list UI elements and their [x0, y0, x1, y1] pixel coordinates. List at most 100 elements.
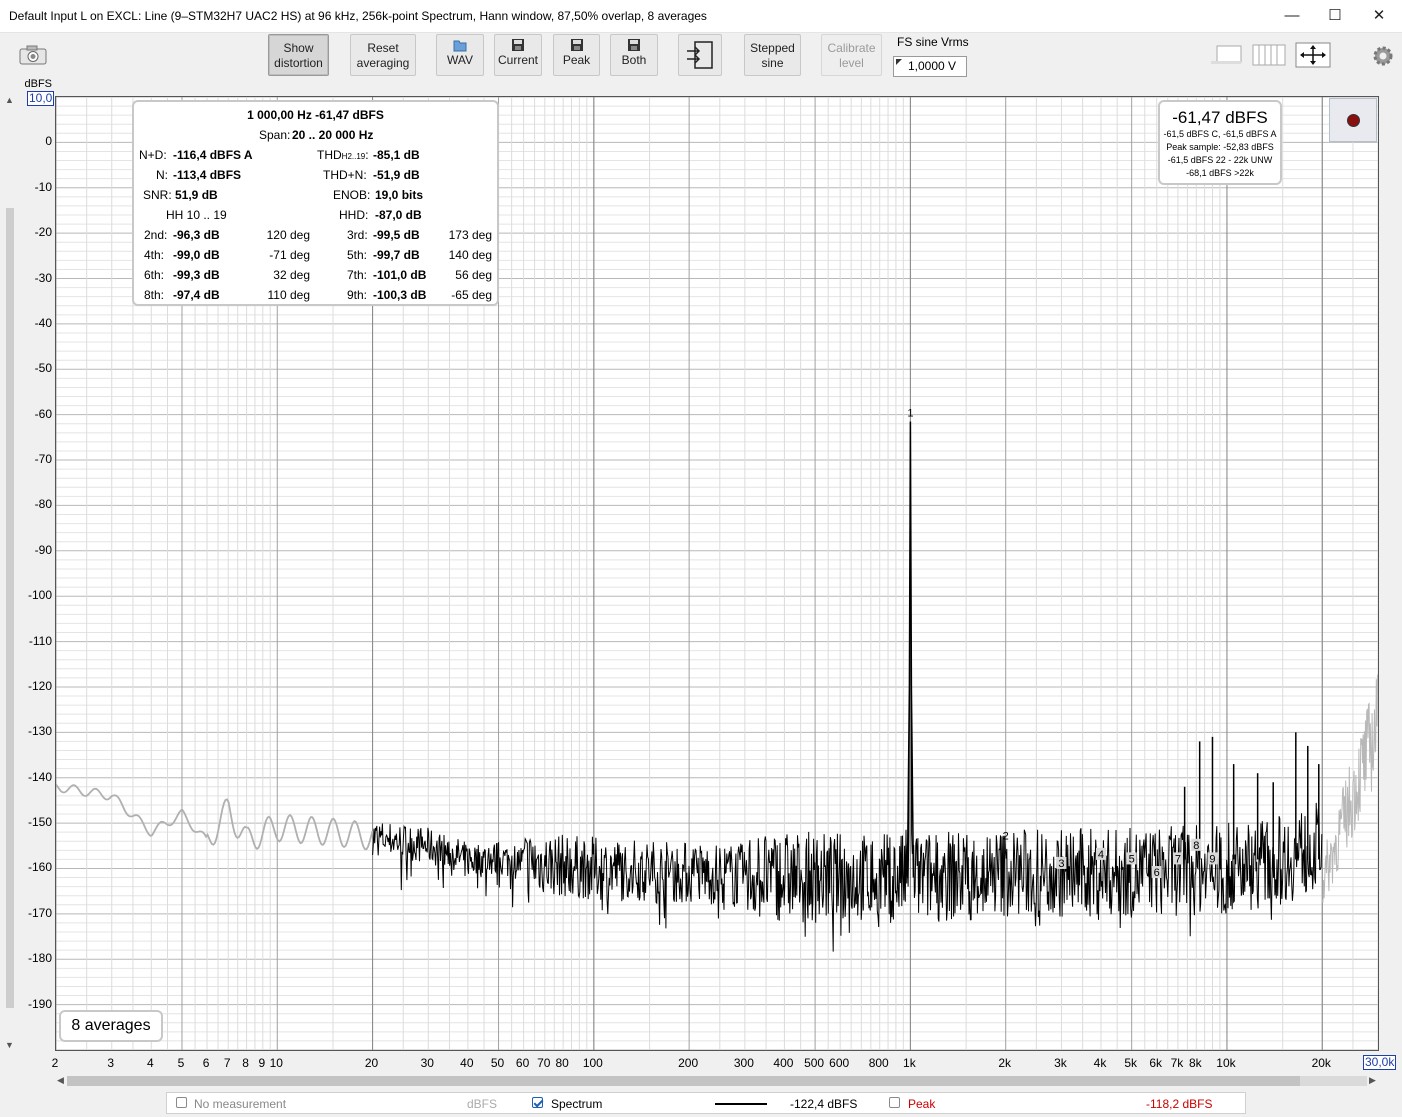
close-button[interactable]: ✕: [1357, 0, 1401, 32]
harmonic-phase: -65 deg: [451, 288, 492, 302]
y-tick-label: -70: [34, 452, 52, 467]
save-peak-button[interactable]: Peak: [553, 34, 600, 76]
y-tick-label: -130: [27, 724, 52, 739]
y-tick-label: -150: [27, 815, 52, 830]
harmonic-marker: 5: [1129, 853, 1135, 865]
peak-label: Peak: [908, 1097, 936, 1111]
legend-bar: No measurement dBFS Spectrum -122,4 dBFS…: [166, 1092, 1246, 1114]
nd-value: -116,4 dBFS A: [173, 148, 253, 162]
save-icon: [570, 38, 584, 52]
no-measurement-label: No measurement: [194, 1097, 287, 1111]
harmonic-value: -97,4 dB: [173, 288, 220, 302]
x-tick-label: 10k: [1216, 1056, 1236, 1070]
maximize-button[interactable]: ☐: [1313, 0, 1357, 32]
harmonic-value: -100,3 dB: [373, 288, 427, 302]
record-icon: [1347, 114, 1360, 127]
fs-sine-value: 1,0000 V: [908, 59, 957, 73]
fs-sine-input[interactable]: 1,0000 V: [893, 56, 967, 77]
x-tick-label: 3k: [1054, 1056, 1067, 1070]
fundamental-readout: 1 000,00 Hz -61,47 dBFS: [247, 108, 384, 122]
x-tick-label: 3: [107, 1056, 115, 1070]
harmonic-phase: 140 deg: [448, 248, 492, 262]
scroll-up-icon[interactable]: ▲: [5, 95, 14, 105]
peak-value: -118,2 dBFS: [1146, 1097, 1213, 1111]
y-tick-label: -30: [34, 270, 52, 285]
scroll-right-icon[interactable]: ▶: [1369, 1075, 1376, 1086]
show-distortion-line1: Show: [283, 41, 314, 55]
no-measurement-checkbox[interactable]: [176, 1097, 187, 1108]
x-tick-label: 300: [733, 1056, 754, 1070]
y-tick-label: -170: [27, 905, 52, 920]
harmonic-label: 8th:: [144, 288, 165, 302]
y-tick-label: -20: [34, 225, 52, 240]
wav-label: WAV: [447, 53, 473, 67]
current-label: Current: [497, 53, 538, 67]
save-both-button[interactable]: Both: [610, 34, 658, 76]
harmonic-phase: 173 deg: [448, 228, 492, 242]
single-view-icon[interactable]: [1209, 43, 1245, 67]
vertical-scrollbar-thumb[interactable]: [6, 208, 14, 1008]
x-tick-label: 2k: [998, 1056, 1012, 1070]
x-tick-label: 100: [582, 1056, 603, 1070]
x-tick-label: 2: [51, 1056, 59, 1070]
y-tick-label: -180: [27, 951, 52, 966]
spectrum-checkbox[interactable]: [532, 1097, 543, 1108]
distortion-info-panel: 1 000,00 Hz -61,47 dBFS Span: 20 .. 20 0…: [132, 100, 499, 306]
harmonic-phase: 120 deg: [266, 228, 310, 242]
vertical-scrollbar[interactable]: [4, 100, 14, 1040]
horizontal-scrollbar[interactable]: ◀ ▶: [55, 1073, 1379, 1087]
scroll-left-icon[interactable]: ◀: [57, 1075, 64, 1086]
folder-icon: [453, 38, 467, 52]
y-tick-label: -50: [34, 361, 52, 376]
scroll-down-icon[interactable]: ▼: [5, 1040, 14, 1050]
averages-badge: 8 averages: [59, 1010, 163, 1042]
harmonic-label: 3rd:: [347, 228, 368, 242]
harmonic-value: -99,5 dB: [373, 228, 420, 242]
harmonic-marker: 2: [1003, 831, 1009, 843]
y-top-limit-box[interactable]: 10,0: [27, 91, 55, 106]
x-right-limit-box[interactable]: 30,0k: [1363, 1055, 1397, 1070]
harmonic-marker: 7: [1175, 853, 1181, 865]
level-detail-4: -68,1 dBFS >22k: [1186, 168, 1254, 178]
import-button[interactable]: [678, 34, 722, 76]
save-icon: [511, 38, 525, 52]
thd-label: THDH2..19:: [317, 148, 369, 162]
calibrate-level-button[interactable]: Calibrate level: [821, 34, 882, 76]
reset-averaging-button[interactable]: Reset averaging: [350, 34, 416, 76]
x-tick-label: 1k: [903, 1056, 916, 1070]
snr-label: SNR:: [143, 188, 172, 202]
y-tick-label: -100: [27, 588, 52, 603]
harmonic-marker: 1: [907, 407, 913, 419]
y-tick-label: -110: [28, 633, 52, 648]
pan-zoom-icon[interactable]: [1295, 42, 1331, 68]
level-detail-3: -61,5 dBFS 22 - 22k UNW: [1167, 155, 1273, 165]
level-value: -61,47 dBFS: [1172, 108, 1268, 127]
wav-button[interactable]: WAV: [436, 34, 484, 76]
camera-icon[interactable]: [18, 44, 48, 66]
enob-label: ENOB:: [333, 188, 371, 202]
harmonic-phase: -71 deg: [269, 248, 310, 262]
record-button[interactable]: [1329, 98, 1377, 142]
minimize-button[interactable]: —: [1270, 0, 1314, 32]
peak-label: Peak: [562, 53, 591, 67]
harmonic-phase: 32 deg: [273, 268, 310, 282]
x-tick-label: 20: [364, 1056, 379, 1070]
harmonic-value: -99,3 dB: [173, 268, 220, 282]
horizontal-scrollbar-thumb[interactable]: [67, 1076, 1300, 1086]
save-current-button[interactable]: Current: [494, 34, 542, 76]
harmonic-marker: 3: [1058, 858, 1064, 870]
show-distortion-button[interactable]: Show distortion: [268, 34, 329, 76]
gear-icon[interactable]: [1371, 44, 1395, 68]
y-tick-label: -140: [27, 769, 52, 784]
level-readout-panel: -61,47 dBFS -61,5 dBFS C, -61,5 dBFS A P…: [1158, 100, 1282, 185]
peak-checkbox[interactable]: [889, 1097, 900, 1108]
split-view-icon[interactable]: [1251, 43, 1287, 67]
harmonic-marker: 9: [1209, 853, 1215, 865]
harmonic-value: -99,7 dB: [373, 248, 420, 262]
harmonic-marker: 8: [1193, 840, 1199, 852]
stepped-sine-button[interactable]: Stepped sine: [744, 34, 801, 76]
span-label: Span:: [259, 128, 291, 142]
thdn-label: THD+N:: [323, 168, 367, 182]
snr-value: 51,9 dB: [175, 188, 218, 202]
import-icon: [685, 40, 715, 70]
